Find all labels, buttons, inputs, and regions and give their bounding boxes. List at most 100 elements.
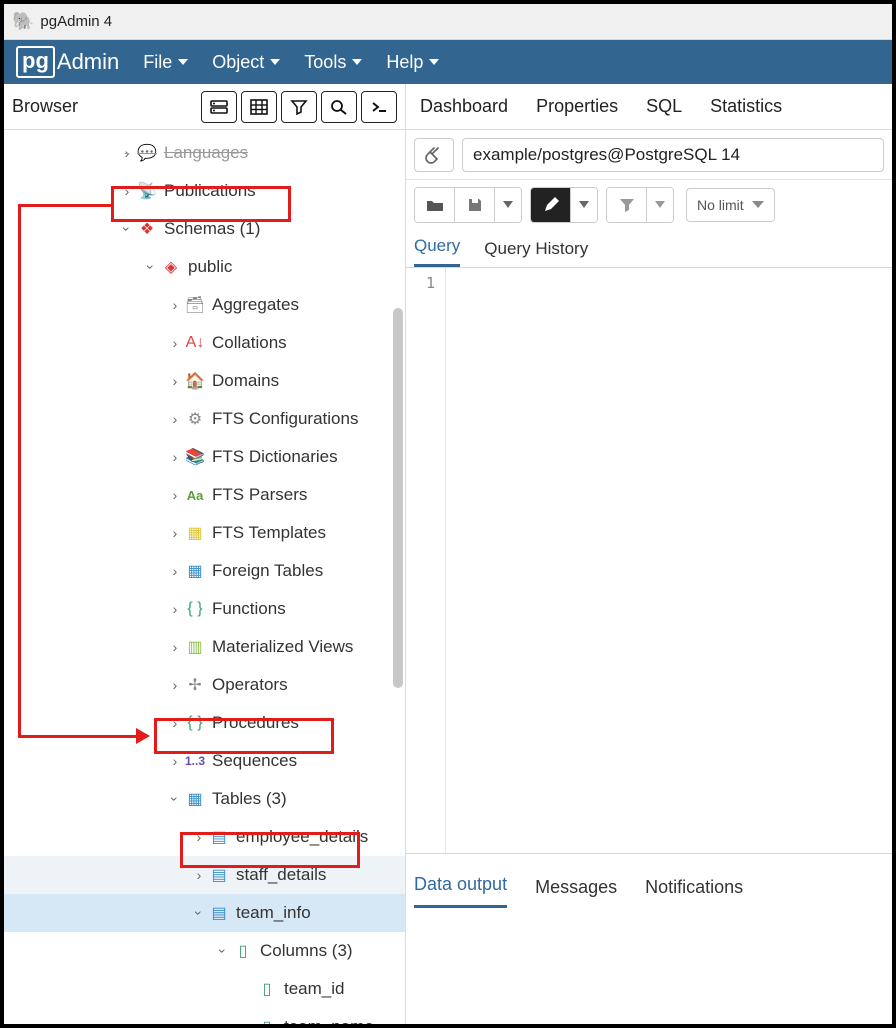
- tree-label: Materialized Views: [212, 637, 353, 657]
- tree-label: Domains: [212, 371, 279, 391]
- main-tabstrip: Dashboard Properties SQL Statistics: [406, 84, 892, 130]
- tree-node-staff-details[interactable]: › ▤ staff_details: [4, 856, 405, 894]
- edit-button[interactable]: [531, 188, 571, 222]
- save-dropdown[interactable]: [495, 188, 521, 222]
- tree-label: Procedures: [212, 713, 299, 733]
- query-tab-query[interactable]: Query: [414, 236, 460, 267]
- browser-title: Browser: [12, 96, 78, 117]
- schemas-icon: ❖: [136, 219, 158, 239]
- output-tab-data[interactable]: Data output: [414, 874, 507, 908]
- menu-file[interactable]: File: [143, 52, 188, 73]
- output-body: [406, 908, 892, 1024]
- limit-selector[interactable]: No limit: [686, 188, 775, 222]
- tree-label: Operators: [212, 675, 288, 695]
- tree-label: public: [188, 257, 232, 277]
- chevron-down-icon: ›: [143, 258, 159, 276]
- foreign-tables-icon: ▦: [184, 561, 206, 581]
- output-tab-messages[interactable]: Messages: [535, 877, 617, 908]
- sequences-icon: 1..3: [184, 754, 206, 768]
- tree-label: Languages: [164, 143, 248, 163]
- edit-dropdown[interactable]: [571, 188, 597, 222]
- tables-icon: ▦: [184, 789, 206, 809]
- tree-node-sequences[interactable]: › 1..3 Sequences: [4, 742, 405, 780]
- schema-icon: ◈: [160, 257, 182, 277]
- tab-sql[interactable]: SQL: [646, 96, 682, 117]
- tree-label: Schemas (1): [164, 219, 260, 239]
- browser-header: Browser: [4, 84, 405, 130]
- menu-object[interactable]: Object: [212, 52, 280, 73]
- browser-panel: Browser › 💬 Languages › 📡: [4, 84, 406, 1024]
- connection-status-icon[interactable]: [414, 138, 454, 172]
- save-button[interactable]: [455, 188, 495, 222]
- browser-btn-search[interactable]: [321, 91, 357, 123]
- tree-label: Sequences: [212, 751, 297, 771]
- tree-node-fts-templates[interactable]: › ▦ FTS Templates: [4, 514, 405, 552]
- tree-node-fts-dict[interactable]: › 📚 FTS Dictionaries: [4, 438, 405, 476]
- filter-dropdown[interactable]: [647, 188, 673, 222]
- tree-node-team-id[interactable]: ▯ team_id: [4, 970, 405, 1008]
- domains-icon: 🏠: [184, 371, 206, 391]
- chevron-right-icon: ›: [166, 335, 184, 351]
- browser-btn-server[interactable]: [201, 91, 237, 123]
- main-panel: Dashboard Properties SQL Statistics exam…: [406, 84, 892, 1024]
- tree-node-fts-config[interactable]: › ⚙ FTS Configurations: [4, 400, 405, 438]
- browser-btn-table[interactable]: [241, 91, 277, 123]
- chevron-right-icon: ›: [166, 411, 184, 427]
- chevron-down-icon: ›: [191, 904, 207, 922]
- tree-node-collations[interactable]: › A↓ Collations: [4, 324, 405, 362]
- tab-dashboard[interactable]: Dashboard: [420, 96, 508, 117]
- query-editor[interactable]: 1: [406, 268, 892, 854]
- tree-node-mat-views[interactable]: › ▥ Materialized Views: [4, 628, 405, 666]
- tree-node-tables[interactable]: › ▦ Tables (3): [4, 780, 405, 818]
- chevron-down-icon: [752, 201, 764, 209]
- chevron-right-icon: ›: [166, 677, 184, 693]
- window-titlebar: 🐘 pgAdmin 4: [4, 4, 892, 40]
- tree-label: Aggregates: [212, 295, 299, 315]
- tree-label: FTS Parsers: [212, 485, 307, 505]
- chevron-right-icon: ›: [166, 297, 184, 313]
- tree-label: FTS Configurations: [212, 409, 358, 429]
- chevron-right-icon: ›: [190, 867, 208, 883]
- connection-label[interactable]: example/postgres@PostgreSQL 14: [462, 138, 884, 172]
- tree-node-columns[interactable]: › ▯ Columns (3): [4, 932, 405, 970]
- menu-help[interactable]: Help: [386, 52, 439, 73]
- tree-label: Functions: [212, 599, 286, 619]
- tree-node-team-info[interactable]: › ▤ team_info: [4, 894, 405, 932]
- tree-label: team_name: [284, 1017, 374, 1024]
- browser-btn-filter[interactable]: [281, 91, 317, 123]
- tree-node-team-name[interactable]: ▯ team_name: [4, 1008, 405, 1024]
- menu-tools[interactable]: Tools: [304, 52, 362, 73]
- tree-label: Tables (3): [212, 789, 287, 809]
- tree-label: FTS Dictionaries: [212, 447, 338, 467]
- chevron-right-icon: ›: [166, 449, 184, 465]
- tree-label: Publications: [164, 181, 256, 201]
- pgadmin-logo[interactable]: pgAdmin: [16, 46, 119, 78]
- tree-node-aggregates[interactable]: › 🗃 Aggregates: [4, 286, 405, 324]
- open-file-button[interactable]: [415, 188, 455, 222]
- tree-node-foreign-tables[interactable]: › ▦ Foreign Tables: [4, 552, 405, 590]
- tab-statistics[interactable]: Statistics: [710, 96, 782, 117]
- tree-node-employee-details[interactable]: › ▤ employee_details: [4, 818, 405, 856]
- tree-label: Columns (3): [260, 941, 353, 961]
- functions-icon: { }: [184, 600, 206, 618]
- output-tab-notifications[interactable]: Notifications: [645, 877, 743, 908]
- tree-node-public[interactable]: › ◈ public: [4, 248, 405, 286]
- browser-btn-terminal[interactable]: [361, 91, 397, 123]
- tree-node-operators[interactable]: › ✢ Operators: [4, 666, 405, 704]
- tree-node-schemas[interactable]: › ❖ Schemas (1): [4, 210, 405, 248]
- filter-button[interactable]: [607, 188, 647, 222]
- tree-node-languages[interactable]: › 💬 Languages: [4, 134, 405, 172]
- chevron-right-icon: ›: [118, 183, 136, 199]
- tree-node-functions[interactable]: › { } Functions: [4, 590, 405, 628]
- chevron-right-icon: ›: [166, 563, 184, 579]
- tree-node-fts-parsers[interactable]: › Aa FTS Parsers: [4, 476, 405, 514]
- tree-node-domains[interactable]: › 🏠 Domains: [4, 362, 405, 400]
- limit-label: No limit: [697, 197, 744, 213]
- tab-properties[interactable]: Properties: [536, 96, 618, 117]
- languages-icon: 💬: [136, 143, 158, 163]
- chevron-right-icon: ›: [166, 601, 184, 617]
- editor-code-area[interactable]: [446, 268, 892, 853]
- object-tree[interactable]: › 💬 Languages › 📡 Publications › ❖ Schem…: [4, 130, 405, 1024]
- annotation-arrow-vertical: [18, 204, 21, 738]
- query-tab-history[interactable]: Query History: [484, 239, 588, 267]
